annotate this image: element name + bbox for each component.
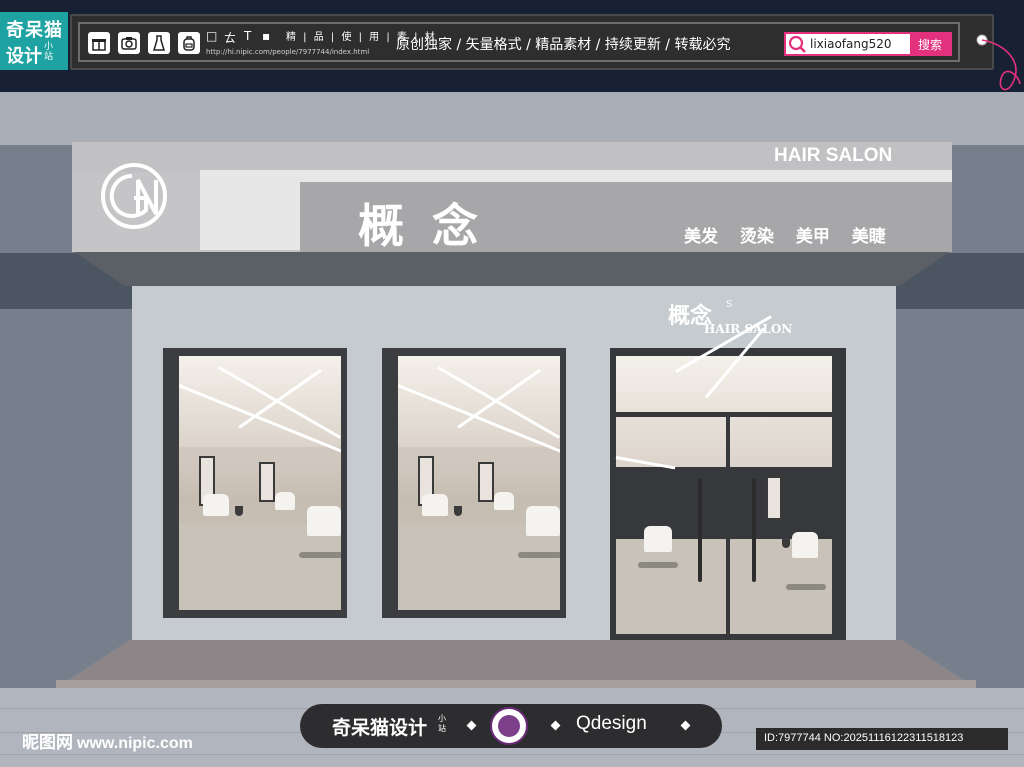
- door-handle-left[interactable]: [698, 478, 702, 582]
- door-center-frame: [726, 416, 730, 636]
- gn-logo-icon: [101, 163, 167, 229]
- door-handle-right[interactable]: [752, 478, 756, 582]
- step-edge: [56, 680, 976, 688]
- search-button[interactable]: 搜索: [910, 34, 950, 54]
- window-glass: [179, 356, 341, 610]
- small-logo-sup: S: [726, 300, 733, 310]
- backpack-icon[interactable]: [178, 32, 200, 54]
- diamond-icon: [466, 720, 477, 731]
- sign-services: 美发 烫染 美甲 美睫: [684, 222, 902, 247]
- watermark-text: 奇呆猫设计: [332, 717, 428, 739]
- fill-tool-icon[interactable]: ▪: [262, 29, 270, 43]
- brand-logo[interactable]: 奇呆猫 设计 小站: [0, 12, 68, 70]
- toolbar-slogan: 原创独家 / 矢量格式 / 精品素材 / 持续更新 / 转载必究: [396, 37, 731, 53]
- door-glass: [615, 315, 832, 634]
- toolbar-url[interactable]: http://hi.nipic.com/people/7977744/index…: [206, 48, 369, 56]
- camera-icon[interactable]: [118, 32, 140, 54]
- dress-icon[interactable]: [148, 32, 170, 54]
- window-left: [163, 348, 347, 618]
- sign-soffit: [72, 250, 952, 286]
- brand-line2: 设计: [6, 46, 42, 67]
- nipic-cn: 昵图网: [22, 733, 73, 753]
- text-tool-icon[interactable]: T: [244, 29, 251, 43]
- rect-tool-icon[interactable]: □: [206, 29, 217, 43]
- sign-name: 概念: [358, 199, 506, 253]
- brand-line3: 小站: [44, 42, 54, 62]
- crop-tool-icon[interactable]: ㄊ: [224, 29, 236, 46]
- service-item: 美甲: [795, 227, 830, 247]
- service-item: 美睫: [851, 227, 886, 247]
- door-transom: [610, 412, 832, 417]
- watermark-bar: 奇呆猫设计 小站 Qdesign: [300, 704, 722, 748]
- search-icon[interactable]: [786, 34, 808, 54]
- watermark-qdesign: Qdesign: [576, 713, 647, 734]
- gift-icon[interactable]: [88, 32, 110, 54]
- nipic-url: www.nipic.com: [77, 735, 193, 752]
- toolbar: □ ㄊ T ▪ 精 | 品 | 使 | 用 | 素 | 材 http://hi.…: [70, 14, 994, 70]
- service-item: 烫染: [739, 227, 774, 247]
- diamond-icon: [550, 720, 561, 731]
- window-right: [382, 348, 566, 618]
- signboard: HAIR SALON 概念 美发 烫染 美甲 美睫: [72, 142, 952, 253]
- image-id-bar: ID:7977744 NO:20251116122311518123: [756, 728, 1008, 750]
- watermark-small: 小站: [438, 714, 446, 733]
- service-item: 美发: [684, 227, 718, 247]
- seal-logo: [490, 707, 528, 745]
- sign-hair-salon: HAIR SALON: [774, 145, 893, 166]
- small-logo: 概念 S HAIR SALON: [668, 298, 792, 336]
- search-box: 搜索: [784, 32, 952, 56]
- brand-line1: 奇呆猫: [6, 20, 63, 41]
- nipic-watermark: 昵图网 www.nipic.com: [22, 728, 193, 753]
- window-glass: [398, 356, 560, 610]
- search-input[interactable]: [810, 35, 910, 53]
- diamond-icon: [680, 720, 691, 731]
